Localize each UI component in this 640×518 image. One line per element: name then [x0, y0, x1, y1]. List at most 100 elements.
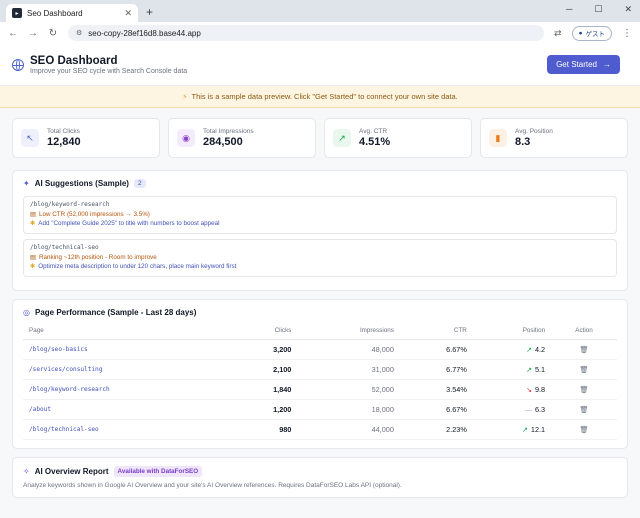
- ctr-cell: 3.54%: [399, 379, 473, 400]
- position-value: 6.3: [534, 405, 546, 414]
- suggestion-path: /blog/keyword-research: [30, 201, 110, 208]
- trash-icon[interactable]: 🗑: [579, 405, 588, 414]
- app-header: SEO Dashboard Improve your SEO cycle wit…: [0, 44, 640, 86]
- action-cell: 🗑: [551, 359, 617, 380]
- suggestion-issue: Low CTR (52,000 impressions → 3.5%): [38, 211, 150, 218]
- browser-menu-icon[interactable]: ⋮: [622, 28, 632, 39]
- stat-label: Total Impressions: [203, 128, 254, 135]
- stat-card: ▮ Avg. Position 8.3: [480, 118, 628, 158]
- table-row: /blog/keyword-research 1,840 52,000 3.54…: [23, 379, 617, 400]
- arrow-right-icon: →: [603, 60, 611, 69]
- sample-data-banner: ⚡ This is a sample data preview. Click "…: [0, 86, 640, 108]
- stat-label: Total Clicks: [47, 128, 80, 135]
- position-value: 4.2: [534, 345, 546, 354]
- position-value: 5.1: [534, 365, 546, 374]
- page-performance-card: ◎ Page Performance (Sample - Last 28 day…: [12, 299, 628, 449]
- suggestions-count-badge: 2: [133, 179, 146, 188]
- lightning-icon: ⚡: [182, 92, 188, 101]
- impressions-cell: 44,000: [297, 419, 400, 440]
- suggestion-item: /blog/keyword-research ▤ Low CTR (52,000 …: [23, 196, 617, 234]
- suggestions-list: /blog/keyword-research ▤ Low CTR (52,000 …: [23, 196, 617, 277]
- suggestion-tip: Add "Complete Guide 2025" to title with …: [38, 220, 220, 227]
- trash-icon[interactable]: 🗑: [579, 345, 588, 354]
- minimize-icon[interactable]: ─: [566, 4, 572, 15]
- suggestion-tip: Optimize meta description to under 120 c…: [38, 263, 237, 270]
- stat-card: ◉ Total Impressions 284,500: [168, 118, 316, 158]
- trending-up-icon: ↗: [526, 347, 532, 354]
- suggestion-issue: Ranking ~12th position - Room to improve: [38, 254, 157, 261]
- stat-value: 284,500: [203, 136, 243, 148]
- page-link[interactable]: /blog/seo-basics: [23, 339, 230, 360]
- stat-value: 12,840: [47, 136, 81, 148]
- forward-icon[interactable]: →: [28, 28, 38, 39]
- column-header: Position: [472, 325, 552, 340]
- page-subtitle: Improve your SEO cycle with Search Conso…: [30, 67, 188, 75]
- position-cell: —6.3: [472, 399, 552, 420]
- globe-small-icon: ◎: [23, 308, 30, 317]
- translate-icon[interactable]: ⇄: [554, 28, 562, 39]
- action-cell: 🗑: [551, 339, 617, 360]
- suggestion-item: /blog/technical-seo ▤ Ranking ~12th posit…: [23, 239, 617, 277]
- page-link[interactable]: /services/consulting: [23, 359, 230, 380]
- impressions-cell: 52,000: [297, 379, 400, 400]
- position-cell: ↗ 12.1: [472, 419, 552, 440]
- trash-icon[interactable]: 🗑: [579, 425, 588, 434]
- stat-value: 8.3: [515, 136, 531, 148]
- page-title: SEO Dashboard: [30, 54, 118, 67]
- trash-icon[interactable]: 🗑: [579, 365, 588, 374]
- get-started-button[interactable]: Get Started →: [547, 55, 620, 74]
- url-field[interactable]: ⚙ seo-copy-28ef16d8.base44.app: [68, 25, 545, 41]
- clicks-cell: 1,200: [229, 399, 298, 420]
- browser-tabbar: ▸ Seo Dashboard ✕ + ─ ☐ ✕: [0, 0, 640, 22]
- performance-title: Page Performance (Sample - Last 28 days): [34, 308, 197, 317]
- column-header: Page: [23, 325, 230, 340]
- clicks-cell: 3,200: [229, 339, 298, 360]
- url-text: seo-copy-28ef16d8.base44.app: [88, 28, 201, 38]
- site-info-icon[interactable]: ⚙: [76, 29, 82, 37]
- close-window-icon[interactable]: ✕: [624, 4, 632, 15]
- ctr-cell: 6.67%: [399, 399, 473, 420]
- close-tab-icon[interactable]: ✕: [124, 8, 132, 19]
- trending-down-icon: ↘: [526, 387, 532, 394]
- cursor-click-icon: ↖: [21, 129, 39, 147]
- position-value: 12.1: [530, 425, 546, 434]
- ai-overview-card: ✧ AI Overview Report Available with Data…: [12, 457, 628, 498]
- guest-profile-button[interactable]: ● ゲスト: [571, 25, 612, 41]
- ai-suggestions-title: AI Suggestions (Sample): [34, 179, 129, 188]
- get-started-label: Get Started: [556, 60, 597, 69]
- action-cell: 🗑: [551, 419, 617, 440]
- eye-icon: ◉: [177, 129, 195, 147]
- dataforseo-badge: Available with DataForSEO: [113, 466, 203, 477]
- stat-value: 4.51%: [359, 136, 391, 148]
- impressions-cell: 18,000: [297, 399, 400, 420]
- profile-icon: ●: [578, 29, 583, 37]
- new-tab-icon[interactable]: +: [146, 5, 153, 19]
- reload-icon[interactable]: ↻: [48, 28, 58, 39]
- trending-up-icon: ↗: [333, 129, 351, 147]
- column-header: Impressions: [297, 325, 400, 340]
- stat-label: Avg. Position: [515, 128, 553, 135]
- action-cell: 🗑: [551, 399, 617, 420]
- impressions-cell: 48,000: [297, 339, 400, 360]
- page-link[interactable]: /blog/keyword-research: [23, 379, 230, 400]
- table-row: /blog/technical-seo 980 44,000 2.23% ↗ 12…: [23, 419, 617, 440]
- page-link[interactable]: /about: [23, 399, 230, 420]
- ai-overview-description: Analyze keywords shown in Google AI Over…: [23, 482, 402, 489]
- maximize-icon[interactable]: ☐: [594, 4, 602, 15]
- trending-up-icon: ↗: [526, 367, 532, 374]
- lightbulb-icon: ✱: [30, 263, 36, 270]
- guest-label: ゲスト: [585, 31, 606, 38]
- clicks-cell: 1,840: [229, 379, 298, 400]
- back-icon[interactable]: ←: [8, 28, 18, 39]
- table-row: /about 1,200 18,000 6.67% —6.3 🗑: [23, 399, 617, 420]
- position-cell: ↗ 4.2: [472, 339, 552, 360]
- trash-icon[interactable]: 🗑: [579, 385, 588, 394]
- column-header: Clicks: [229, 325, 298, 340]
- ai-overview-title: AI Overview Report: [34, 467, 109, 476]
- page-link[interactable]: /blog/technical-seo: [23, 419, 230, 440]
- browser-tab[interactable]: ▸ Seo Dashboard ✕: [6, 4, 138, 22]
- sparkles-icon: ✦: [23, 179, 30, 188]
- chart-icon: ▤: [30, 211, 36, 218]
- bar-chart-icon: ▮: [489, 129, 507, 147]
- chart-icon: ▤: [30, 254, 36, 261]
